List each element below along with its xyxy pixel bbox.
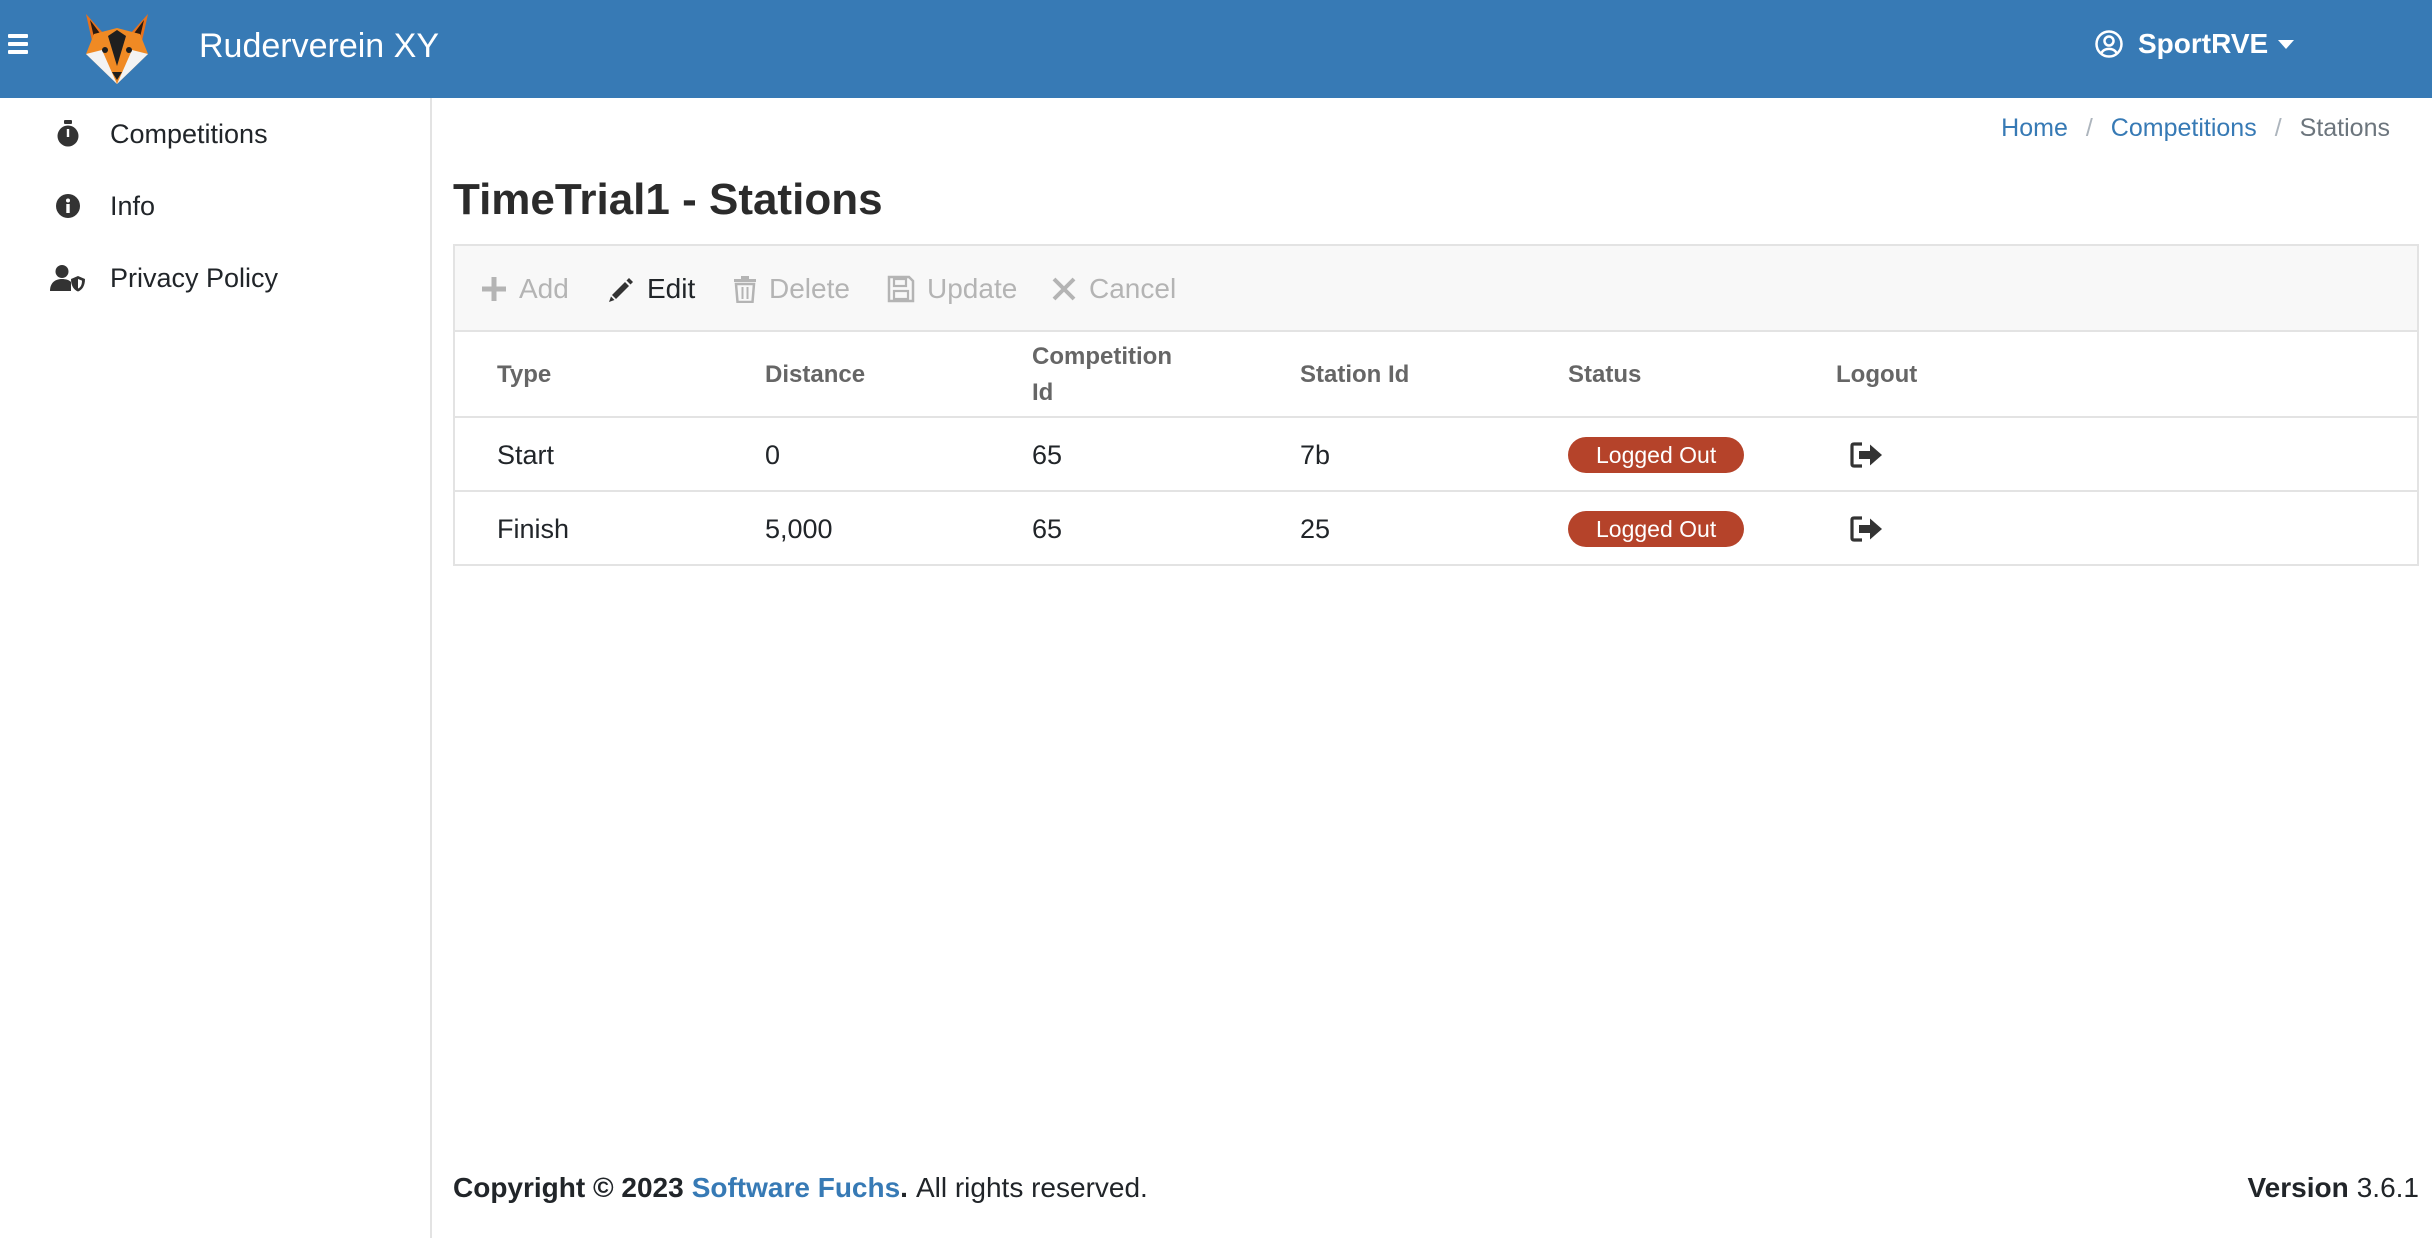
version-number: 3.6.1: [2356, 1172, 2419, 1203]
cell-type: Finish: [497, 513, 570, 544]
status-badge: Logged Out: [1568, 511, 1745, 547]
sidebar: Competitions Info Privacy Policy: [0, 98, 432, 1238]
user-name: SportRVE: [2138, 28, 2269, 59]
grid-toolbar: Add Edit Delete Update Cancel: [455, 246, 2417, 332]
chevron-down-icon: [2278, 39, 2295, 49]
plus-icon: [482, 277, 506, 301]
cancel-label: Cancel: [1089, 273, 1177, 304]
user-circle-icon: [2095, 30, 2123, 58]
cell-competition-id: 65: [1032, 513, 1063, 544]
version-label: Version: [2247, 1172, 2349, 1203]
user-shield-icon: [50, 262, 86, 294]
sign-out-icon: [1850, 516, 1882, 542]
cell-distance: 5,000: [765, 513, 833, 544]
sidebar-item-label: Info: [110, 190, 156, 221]
trash-icon: [734, 276, 756, 303]
add-button[interactable]: Add: [481, 268, 569, 310]
logout-button[interactable]: [1850, 418, 1884, 492]
floppy-disk-icon: [887, 275, 915, 303]
hamburger-menu-icon[interactable]: [8, 34, 28, 58]
cell-status: Logged Out: [1568, 418, 1745, 492]
cell-type: Start: [497, 439, 555, 470]
stopwatch-icon: [50, 118, 86, 150]
column-header-type[interactable]: Type: [497, 332, 551, 418]
cell-competition-id: 65: [1032, 439, 1063, 470]
cell-status: Logged Out: [1568, 492, 1745, 566]
delete-label: Delete: [769, 273, 850, 304]
logout-button[interactable]: [1850, 492, 1884, 566]
cancel-button[interactable]: Cancel: [1051, 268, 1176, 310]
copyright-text: Copyright © 2023: [453, 1172, 684, 1203]
sidebar-item-label: Competitions: [110, 118, 268, 149]
sidebar-item-info[interactable]: Info: [50, 184, 155, 228]
copyright-period: .: [900, 1172, 908, 1203]
column-header-distance[interactable]: Distance: [765, 332, 865, 418]
column-header-status[interactable]: Status: [1568, 332, 1641, 418]
status-badge: Logged Out: [1568, 437, 1745, 473]
sidebar-item-privacy-policy[interactable]: Privacy Policy: [50, 256, 278, 300]
update-button[interactable]: Update: [887, 268, 1017, 310]
column-header-label: Competition: [1032, 343, 1172, 370]
edit-label: Edit: [647, 273, 696, 304]
table-row[interactable]: Finish 5,000 65 25 Logged Out: [455, 492, 2417, 566]
stations-grid: Add Edit Delete Update Cancel Type Dista…: [453, 244, 2419, 566]
sidebar-item-label: Privacy Policy: [110, 262, 279, 293]
add-label: Add: [519, 273, 569, 304]
table-row[interactable]: Start 0 65 7b Logged Out: [455, 418, 2417, 492]
user-menu-dropdown[interactable]: SportRVE: [2094, 24, 2295, 64]
page-title: TimeTrial1 - Stations: [453, 175, 883, 224]
breadcrumb: Home / Competitions / Stations: [2001, 114, 2390, 143]
cell-distance: 0: [765, 439, 781, 470]
version-info: Version 3.6.1: [2248, 1166, 2419, 1210]
fox-logo: [86, 14, 148, 84]
breadcrumb-home-link[interactable]: Home: [2001, 114, 2068, 143]
sidebar-item-competitions[interactable]: Competitions: [50, 112, 268, 156]
pencil-icon: [609, 278, 633, 302]
delete-button[interactable]: Delete: [733, 268, 850, 310]
rights-text: All rights reserved.: [915, 1172, 1148, 1203]
column-header-label: Id: [1032, 379, 1054, 406]
column-header-competition-id[interactable]: Competition Id: [1032, 332, 1172, 418]
sign-out-icon: [1850, 442, 1882, 468]
edit-button[interactable]: Edit: [607, 268, 695, 310]
update-label: Update: [927, 273, 1018, 304]
close-icon: [1052, 277, 1076, 301]
table-header: Type Distance Competition Id Station Id …: [455, 332, 2417, 418]
info-circle-icon: [50, 190, 86, 222]
app-title[interactable]: Ruderverein XY: [199, 24, 439, 68]
breadcrumb-current: Stations: [2299, 114, 2390, 142]
breadcrumb-competitions-link[interactable]: Competitions: [2111, 114, 2257, 143]
footer: Copyright © 2023 Software Fuchs. All rig…: [453, 1166, 2419, 1210]
breadcrumb-separator: /: [2274, 114, 2282, 142]
column-header-station-id[interactable]: Station Id: [1300, 332, 1409, 418]
cell-station-id: 7b: [1300, 439, 1331, 470]
cell-station-id: 25: [1300, 513, 1331, 544]
company-link[interactable]: Software Fuchs: [692, 1172, 900, 1204]
top-navbar: Ruderverein XY SportRVE: [0, 0, 2432, 98]
breadcrumb-separator: /: [2085, 114, 2093, 142]
column-header-logout[interactable]: Logout: [1836, 332, 1917, 418]
